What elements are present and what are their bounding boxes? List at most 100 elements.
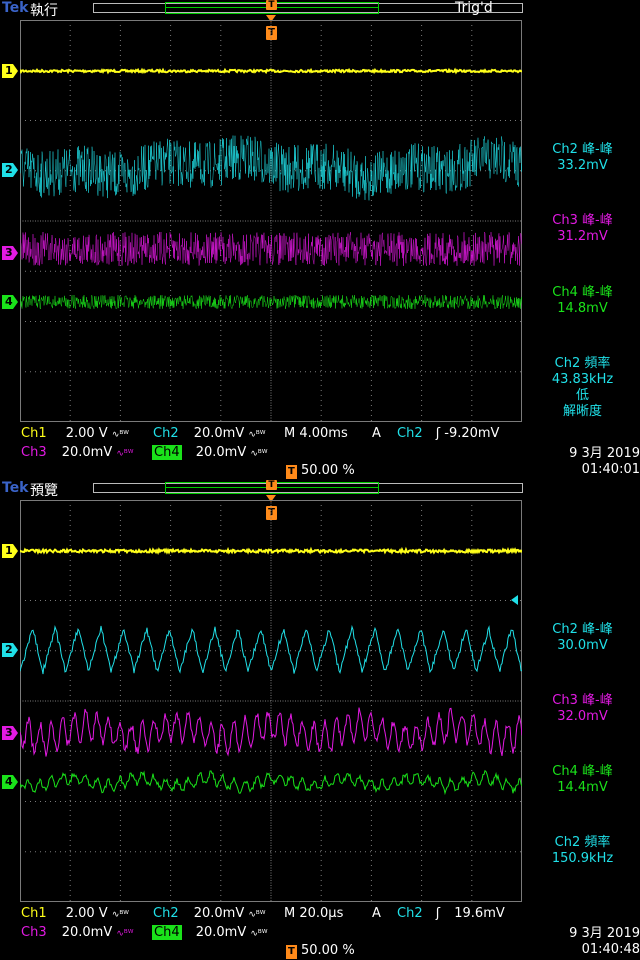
trigger-readout[interactable]: Ch2 ʃ -9.20mV — [396, 425, 499, 442]
ch2-scale-readout[interactable]: Ch2 20.0mV ∿ᴮᵂ — [152, 905, 265, 922]
tek-logo: Tek — [2, 480, 29, 496]
bandwidth-limit-icon: ∿ᴮᵂ — [250, 929, 268, 939]
date-readout: 9 3月 2019 — [569, 926, 640, 941]
scope-screen-preview: Tek 預覽 T T 1 2 3 4 Ch2 峰-峰 30.0mV Ch3 峰-… — [0, 480, 640, 960]
measurement-value: 150.9kHz — [551, 851, 614, 866]
measurement-label: Ch2 頻率 — [554, 835, 611, 850]
ch3-trace — [20, 707, 522, 757]
measurement-note: 解晰度 — [562, 404, 602, 419]
ch4-label: Ch4 — [152, 445, 182, 460]
rising-edge-icon: ʃ — [435, 906, 441, 921]
measurement-value: 32.0mV — [557, 709, 608, 724]
ch1-ground-marker[interactable]: 1 — [2, 64, 18, 78]
bandwidth-limit-icon: ∿ᴮᵂ — [111, 910, 129, 920]
trigger-position-readout[interactable]: T 50.00 % — [286, 462, 355, 479]
bandwidth-limit-icon: ∿ᴮᵂ — [116, 449, 134, 459]
timebase-readout[interactable]: M 4.00ms — [284, 425, 348, 442]
measurement-value: 31.2mV — [557, 229, 608, 244]
measurement-ch2-frequency: Ch2 頻率 43.83kHz 低 解晰度 — [525, 356, 640, 420]
ch1-trace — [20, 67, 522, 75]
ch2-ground-marker[interactable]: 2 — [2, 163, 18, 177]
ch1-ground-marker[interactable]: 1 — [2, 544, 18, 558]
trigger-level: -9.20mV — [444, 426, 500, 441]
scope-screen-run: Tek 執行 Trig'd T T 1 2 3 4 Ch2 峰-峰 33.2mV… — [0, 0, 640, 480]
measurement-value: 14.8mV — [557, 301, 608, 316]
trigger-readout[interactable]: Ch2 ʃ 19.6mV — [396, 905, 505, 922]
trigger-source: Ch2 — [397, 426, 423, 441]
measurement-ch3-pk2pk: Ch3 峰-峰 31.2mV — [525, 213, 640, 245]
acq-mode: A — [372, 426, 381, 441]
ch3-scale: 20.0mV — [61, 925, 113, 940]
ch3-scale: 20.0mV — [61, 445, 113, 460]
ch2-scale-readout[interactable]: Ch2 20.0mV ∿ᴮᵂ — [152, 425, 265, 442]
trigger-position-marker: T — [266, 0, 277, 10]
measurement-ch4-pk2pk: Ch4 峰-峰 14.4mV — [525, 764, 640, 796]
ch4-scale-readout[interactable]: Ch4 20.0mV ∿ᴮᵂ — [152, 924, 267, 941]
measurement-value: 14.4mV — [557, 780, 608, 795]
trigger-source: Ch2 — [397, 906, 423, 921]
ch4-trace — [20, 294, 522, 310]
measurement-ch2-frequency: Ch2 頻率 150.9kHz — [525, 835, 640, 867]
measurement-ch4-pk2pk: Ch4 峰-峰 14.8mV — [525, 285, 640, 317]
ch1-scale: 2.00 V — [65, 906, 108, 921]
bandwidth-limit-icon: ∿ᴮᵂ — [250, 449, 268, 459]
acquisition-readout: A — [372, 425, 381, 442]
status-bar: Tek 執行 Trig'd — [0, 0, 640, 19]
time-readout: 01:40:01 — [581, 462, 640, 477]
timebase: M 20.0µs — [284, 906, 344, 921]
trigger-position-readout[interactable]: T 50.00 % — [286, 942, 355, 959]
timebase-readout[interactable]: M 20.0µs — [284, 905, 343, 922]
ch1-scale-readout[interactable]: Ch1 2.00 V ∿ᴮᵂ — [20, 425, 129, 442]
ch1-scale-readout[interactable]: Ch1 2.00 V ∿ᴮᵂ — [20, 905, 129, 922]
measurement-label: Ch2 頻率 — [554, 356, 611, 371]
trigger-status: Trig'd — [455, 0, 493, 16]
ch4-label: Ch4 — [152, 925, 182, 940]
ch2-scale: 20.0mV — [193, 426, 245, 441]
tek-logo: Tek — [2, 0, 29, 16]
trigger-position-marker: T — [266, 480, 277, 490]
ch3-ground-marker[interactable]: 3 — [2, 726, 18, 740]
bandwidth-limit-icon: ∿ᴮᵂ — [111, 430, 129, 440]
acq-mode: A — [372, 906, 381, 921]
measurement-note: 低 — [575, 388, 589, 403]
bandwidth-limit-icon: ∿ᴮᵂ — [248, 430, 266, 440]
ch2-ground-marker[interactable]: 2 — [2, 643, 18, 657]
trigger-level-marker[interactable] — [511, 595, 518, 605]
measurement-label: Ch4 峰-峰 — [552, 285, 613, 300]
ch1-scale: 2.00 V — [65, 426, 108, 441]
acquisition-mode: 執行 — [30, 3, 58, 19]
ch4-scale: 20.0mV — [195, 925, 247, 940]
ch4-scale-readout[interactable]: Ch4 20.0mV ∿ᴮᵂ — [152, 444, 267, 461]
measurement-label: Ch3 峰-峰 — [552, 693, 613, 708]
measurement-label: Ch3 峰-峰 — [552, 213, 613, 228]
ch3-label: Ch3 — [21, 445, 47, 460]
ch1-label: Ch1 — [21, 426, 47, 441]
ch4-scale: 20.0mV — [195, 445, 247, 460]
ch3-scale-readout[interactable]: Ch3 20.0mV ∿ᴮᵂ — [20, 924, 133, 941]
trigger-position-icon: T — [286, 945, 297, 959]
ch4-ground-marker[interactable]: 4 — [2, 775, 18, 789]
ch4-ground-marker[interactable]: 4 — [2, 295, 18, 309]
measurement-value: 43.83kHz — [551, 372, 614, 387]
bandwidth-limit-icon: ∿ᴮᵂ — [248, 910, 266, 920]
graticule — [20, 20, 522, 422]
ch1-trace — [20, 546, 522, 556]
acquisition-mode: 預覽 — [30, 483, 58, 499]
measurement-ch2-pk2pk: Ch2 峰-峰 30.0mV — [525, 622, 640, 654]
trigger-position-icon: T — [286, 465, 297, 479]
acquisition-readout: A — [372, 905, 381, 922]
ch3-label: Ch3 — [21, 925, 47, 940]
time-readout: 01:40:48 — [581, 942, 640, 957]
status-bar: Tek 預覽 — [0, 480, 640, 499]
trigger-position: 50.00 % — [300, 463, 355, 478]
measurement-value: 30.0mV — [557, 638, 608, 653]
ch1-label: Ch1 — [21, 906, 47, 921]
ch2-scale: 20.0mV — [193, 906, 245, 921]
measurement-ch3-pk2pk: Ch3 峰-峰 32.0mV — [525, 693, 640, 725]
rising-edge-icon: ʃ — [435, 426, 441, 441]
ch2-label: Ch2 — [153, 426, 179, 441]
measurement-ch2-pk2pk: Ch2 峰-峰 33.2mV — [525, 142, 640, 174]
ch3-ground-marker[interactable]: 3 — [2, 246, 18, 260]
ch3-scale-readout[interactable]: Ch3 20.0mV ∿ᴮᵂ — [20, 444, 133, 461]
ch2-label: Ch2 — [153, 906, 179, 921]
